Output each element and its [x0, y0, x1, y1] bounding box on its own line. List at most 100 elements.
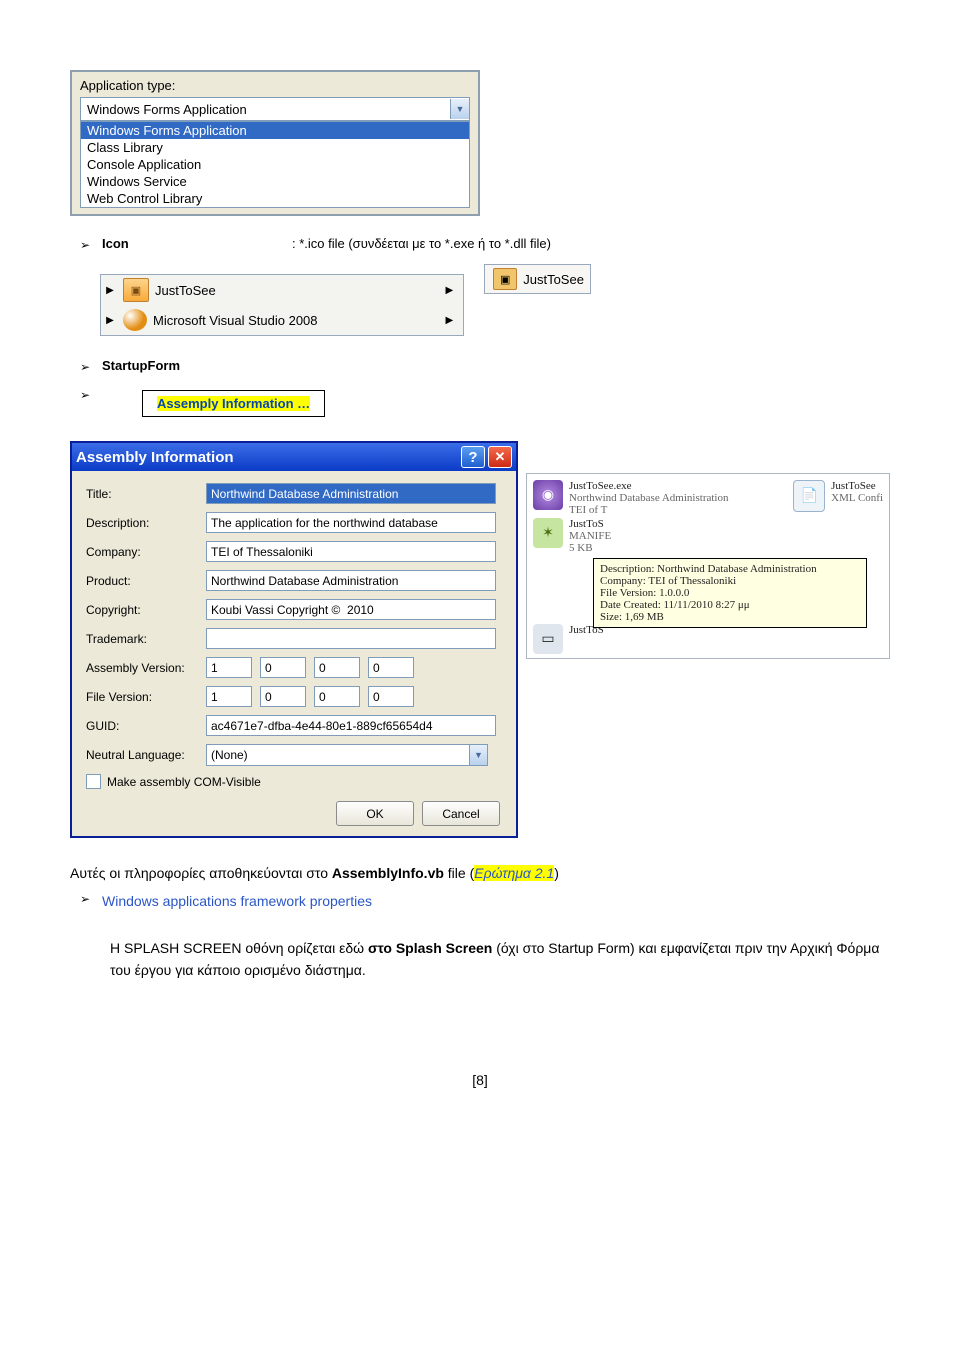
neutral-language-select[interactable]: (None) ▼ [206, 744, 488, 766]
startupform-label: StartupForm [102, 358, 180, 373]
file-company: TEI of T [569, 504, 728, 516]
bullet-startupform: ➢ StartupForm [70, 358, 890, 386]
file-size: 5 KB [569, 542, 611, 554]
tooltip-size: Size: 1,69 MB [600, 611, 860, 623]
description-input[interactable] [206, 512, 496, 533]
text: file ( [444, 865, 474, 881]
dropdown-selected[interactable]: Windows Forms Application ▼ [80, 97, 470, 121]
bullet-arrow-icon: ➢ [80, 890, 94, 908]
dropdown-option[interactable]: Windows Service [81, 173, 469, 190]
bullet-icon: ➢ Icon : *.ico file (συνδέεται με το *.e… [70, 236, 890, 264]
company-input[interactable] [206, 541, 496, 562]
arrow-right-icon: ▶ [103, 285, 117, 296]
paragraph-assemblyinfo: Αυτές οι πληροφορίες αποθηκεύονται στο A… [70, 862, 890, 884]
application-type-dropdown: Application type: Windows Forms Applicat… [70, 70, 480, 216]
file-row[interactable]: ▭ JustToS [533, 624, 883, 654]
explorer-panel: ◉ JustToSee.exe Northwind Database Admin… [518, 437, 890, 848]
app-icon: ▣ [493, 268, 517, 290]
title-input[interactable] [206, 483, 496, 504]
copyright-input[interactable] [206, 599, 496, 620]
assembly-info-label: Assemply Information … [157, 396, 310, 411]
dropdown-option[interactable]: Windows Forms Application [81, 122, 469, 139]
guid-label: GUID: [86, 719, 206, 733]
file-row[interactable]: 📄 JustToSee XML Confi [793, 480, 883, 516]
dialog-title: Assembly Information [76, 449, 234, 466]
bullet-arrow-icon: ➢ [80, 386, 94, 404]
menu-label: JustToSee [155, 283, 336, 298]
manifest-icon: ✶ [533, 518, 563, 548]
ok-button[interactable]: OK [336, 801, 414, 826]
cancel-button[interactable]: Cancel [422, 801, 500, 826]
menu-snippet: ▶ ▣ JustToSee ▶ ▶ Microsoft Visual Studi… [70, 264, 890, 336]
fv-input-0[interactable] [206, 686, 252, 707]
dialog-titlebar: Assembly Information ? ✕ [72, 443, 516, 471]
file-desc: MANIFE [569, 530, 611, 542]
submenu-arrow-icon: ▶ [438, 285, 462, 296]
text: ) [554, 865, 559, 881]
description-label: Description: [86, 516, 206, 530]
vs-icon [123, 309, 147, 331]
menu-row[interactable]: ▶ Microsoft Visual Studio 2008 ▶ [101, 305, 463, 335]
trademark-input[interactable] [206, 628, 496, 649]
bullet-framework: ➢ Windows applications framework propert… [70, 890, 890, 922]
text-bold: στο Splash Screen [368, 940, 492, 956]
file-row[interactable]: ◉ JustToSee.exe Northwind Database Admin… [533, 480, 728, 516]
dialog-explorer-pair: Assembly Information ? ✕ Title: Descript… [70, 437, 890, 848]
product-input[interactable] [206, 570, 496, 591]
dropdown-option[interactable]: Web Control Library [81, 190, 469, 207]
file-row[interactable]: ✶ JustToS MANIFE 5 KB [533, 518, 883, 554]
icon-value: : *.ico file (συνδέεται με το *.exe ή το… [292, 236, 551, 251]
bullet-assembly: ➢ Assemply Information … [70, 386, 890, 437]
dropdown-label: Application type: [80, 78, 470, 93]
text: Αυτές οι πληροφορίες αποθηκεύονται στο [70, 865, 332, 881]
dropdown-option[interactable]: Console Application [81, 156, 469, 173]
text-highlight: Ερώτημα 2.1 [474, 865, 554, 881]
av-input-0[interactable] [206, 657, 252, 678]
file-tooltip: Description: Northwind Database Administ… [593, 558, 867, 628]
product-label: Product: [86, 574, 206, 588]
program-menu: ▶ ▣ JustToSee ▶ ▶ Microsoft Visual Studi… [100, 274, 464, 336]
checkbox-icon[interactable] [86, 774, 101, 789]
chevron-down-icon[interactable]: ▼ [469, 745, 487, 765]
neutral-language-label: Neutral Language: [86, 748, 206, 762]
com-visible-checkbox[interactable]: Make assembly COM-Visible [86, 774, 504, 789]
submenu-item[interactable]: ▣ JustToSee [484, 264, 591, 294]
guid-input[interactable] [206, 715, 496, 736]
bullet-arrow-icon: ➢ [80, 236, 94, 254]
av-input-1[interactable] [260, 657, 306, 678]
submenu-label: JustToSee [523, 272, 584, 287]
help-icon[interactable]: ? [461, 446, 485, 468]
bullet-text: Windows applications framework propertie… [102, 890, 372, 912]
file-icon: ▭ [533, 624, 563, 654]
file-version-label: File Version: [86, 690, 206, 704]
page-number: [8] [70, 1072, 890, 1088]
dropdown-option[interactable]: Class Library [81, 139, 469, 156]
fv-input-1[interactable] [260, 686, 306, 707]
text-bold: AssemblyInfo.vb [332, 865, 444, 881]
tooltip-company: Company: TEI of Thessaloniki [600, 575, 860, 587]
assembly-info-button[interactable]: Assemply Information … [142, 390, 325, 417]
text: Η SPLASH SCREEN οθόνη ορίζεται εδώ [110, 940, 368, 956]
chevron-down-icon[interactable]: ▼ [450, 99, 469, 119]
fv-input-2[interactable] [314, 686, 360, 707]
copyright-label: Copyright: [86, 603, 206, 617]
title-label: Title: [86, 487, 206, 501]
trademark-label: Trademark: [86, 632, 206, 646]
file-name: JustToSee [831, 480, 883, 492]
menu-row[interactable]: ▶ ▣ JustToSee ▶ [101, 275, 463, 305]
xml-icon: 📄 [793, 480, 825, 512]
paragraph-splash: Η SPLASH SCREEN οθόνη ορίζεται εδώ στο S… [110, 937, 890, 982]
submenu-arrow-icon: ▶ [438, 315, 462, 326]
file-desc: Northwind Database Administration [569, 492, 728, 504]
av-input-3[interactable] [368, 657, 414, 678]
av-input-2[interactable] [314, 657, 360, 678]
company-label: Company: [86, 545, 206, 559]
close-icon[interactable]: ✕ [488, 446, 512, 468]
tooltip-description: Description: Northwind Database Administ… [600, 563, 860, 575]
exe-icon: ◉ [533, 480, 563, 510]
com-visible-label: Make assembly COM-Visible [107, 775, 261, 789]
file-name: JustToS [569, 518, 611, 530]
dropdown-list: Windows Forms Application Class Library … [80, 121, 470, 208]
fv-input-3[interactable] [368, 686, 414, 707]
assembly-info-dialog: Assembly Information ? ✕ Title: Descript… [70, 441, 518, 838]
